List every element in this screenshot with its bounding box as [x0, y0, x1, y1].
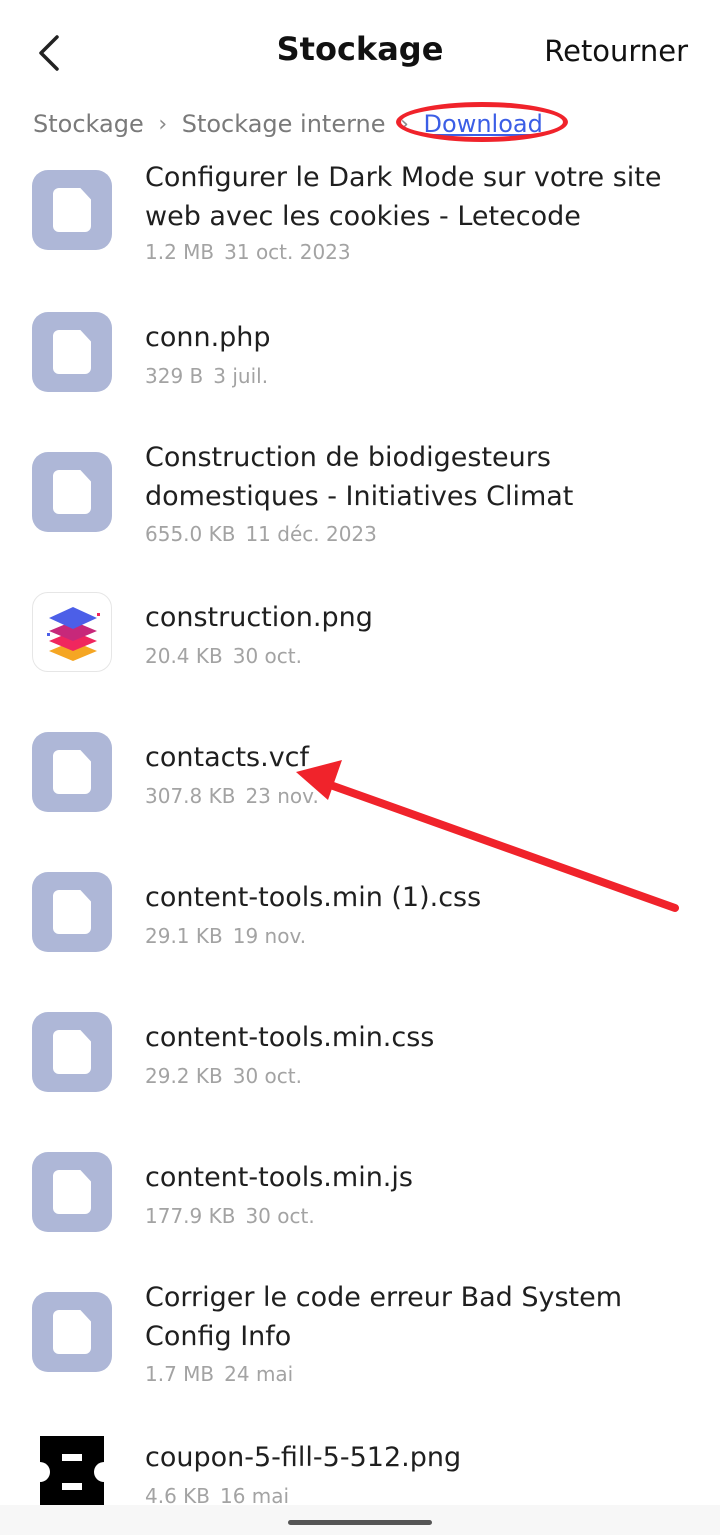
file-size: 29.2 KB — [145, 1064, 223, 1088]
coupon-icon — [30, 1436, 114, 1505]
list-item[interactable]: content-tools.min.css 29.2 KB 30 oct. — [0, 992, 720, 1112]
file-icon — [32, 452, 112, 532]
file-size: 177.9 KB — [145, 1204, 236, 1228]
file-size: 1.7 MB — [145, 1362, 215, 1386]
file-name: Construction de biodigesteurs domestique… — [145, 442, 574, 512]
breadcrumb-download[interactable]: Download — [424, 110, 543, 138]
list-item[interactable]: content-tools.min (1).css 29.1 KB 19 nov. — [0, 852, 720, 972]
chevron-right-icon: › — [158, 111, 168, 137]
file-size: 329 B — [145, 364, 204, 388]
file-icon — [32, 1292, 112, 1372]
file-date: 19 nov. — [232, 924, 307, 948]
list-item[interactable]: construction.png 20.4 KB 30 oct. — [0, 572, 720, 692]
layers-icon — [47, 607, 100, 661]
file-date: 3 juil. — [213, 364, 269, 388]
layers-image-thumbnail — [32, 592, 112, 672]
file-date: 31 oct. 2023 — [224, 240, 351, 264]
file-meta: 29.1 KB 19 nov. — [145, 924, 306, 948]
file-size: 655.0 KB — [145, 522, 236, 546]
list-item[interactable]: content-tools.min.js 177.9 KB 30 oct. — [0, 1132, 720, 1252]
file-meta: 329 B 3 juil. — [145, 364, 268, 388]
breadcrumb: Stockage › Stockage interne › Download — [33, 104, 543, 144]
file-name: conn.php — [145, 322, 271, 353]
top-bar: Stockage Retourner — [0, 0, 720, 100]
file-name: Configurer le Dark Mode sur votre site w… — [145, 162, 662, 232]
breadcrumb-storage[interactable]: Stockage — [33, 110, 144, 138]
file-size: 307.8 KB — [145, 784, 236, 808]
file-meta: 20.4 KB 30 oct. — [145, 644, 302, 668]
chevron-right-icon: › — [400, 111, 409, 137]
home-gesture-handle[interactable] — [288, 1520, 432, 1525]
file-date: 30 oct. — [232, 1064, 302, 1088]
file-size: 4.6 KB — [145, 1484, 210, 1505]
file-date: 11 déc. 2023 — [245, 522, 377, 546]
file-date: 30 oct. — [245, 1204, 315, 1228]
file-date: 16 mai — [220, 1484, 290, 1505]
file-meta: 1.7 MB 24 mai — [145, 1362, 293, 1386]
coupon-image-thumbnail — [30, 1432, 114, 1505]
list-item[interactable]: Configurer le Dark Mode sur votre site w… — [0, 150, 720, 280]
return-button[interactable]: Retourner — [544, 34, 688, 68]
list-item[interactable]: Corriger le code erreur Bad System Confi… — [0, 1272, 720, 1402]
list-item[interactable]: conn.php 329 B 3 juil. — [0, 292, 720, 412]
file-date: 30 oct. — [232, 644, 302, 668]
navigation-bar — [0, 1505, 720, 1535]
file-name: coupon-5-fill-5-512.png — [145, 1442, 462, 1473]
file-name: content-tools.min (1).css — [145, 882, 482, 913]
file-icon — [32, 170, 112, 250]
file-name: Corriger le code erreur Bad System Confi… — [145, 1282, 623, 1352]
file-size: 20.4 KB — [145, 644, 223, 668]
file-size: 1.2 MB — [145, 240, 215, 264]
file-meta: 307.8 KB 23 nov. — [145, 784, 319, 808]
file-icon — [32, 872, 112, 952]
file-date: 23 nov. — [245, 784, 319, 808]
file-meta: 177.9 KB 30 oct. — [145, 1204, 315, 1228]
file-meta: 655.0 KB 11 déc. 2023 — [145, 522, 377, 546]
list-item[interactable]: Construction de biodigesteurs domestique… — [0, 432, 720, 562]
list-item[interactable]: coupon-5-fill-5-512.png 4.6 KB 16 mai — [0, 1412, 720, 1505]
file-name: content-tools.min.css — [145, 1022, 435, 1053]
file-date: 24 mai — [224, 1362, 294, 1386]
file-icon — [32, 732, 112, 812]
file-meta: 1.2 MB 31 oct. 2023 — [145, 240, 351, 264]
file-name: content-tools.min.js — [145, 1162, 413, 1193]
file-icon — [32, 1012, 112, 1092]
file-icon — [32, 312, 112, 392]
file-list[interactable]: Configurer le Dark Mode sur votre site w… — [0, 150, 720, 1505]
list-item[interactable]: contacts.vcf 307.8 KB 23 nov. — [0, 712, 720, 832]
file-meta: 29.2 KB 30 oct. — [145, 1064, 302, 1088]
file-meta: 4.6 KB 16 mai — [145, 1484, 289, 1505]
file-name: contacts.vcf — [145, 742, 310, 773]
file-icon — [32, 1152, 112, 1232]
breadcrumb-internal-storage[interactable]: Stockage interne — [182, 110, 386, 138]
file-size: 29.1 KB — [145, 924, 223, 948]
file-name: construction.png — [145, 602, 373, 633]
